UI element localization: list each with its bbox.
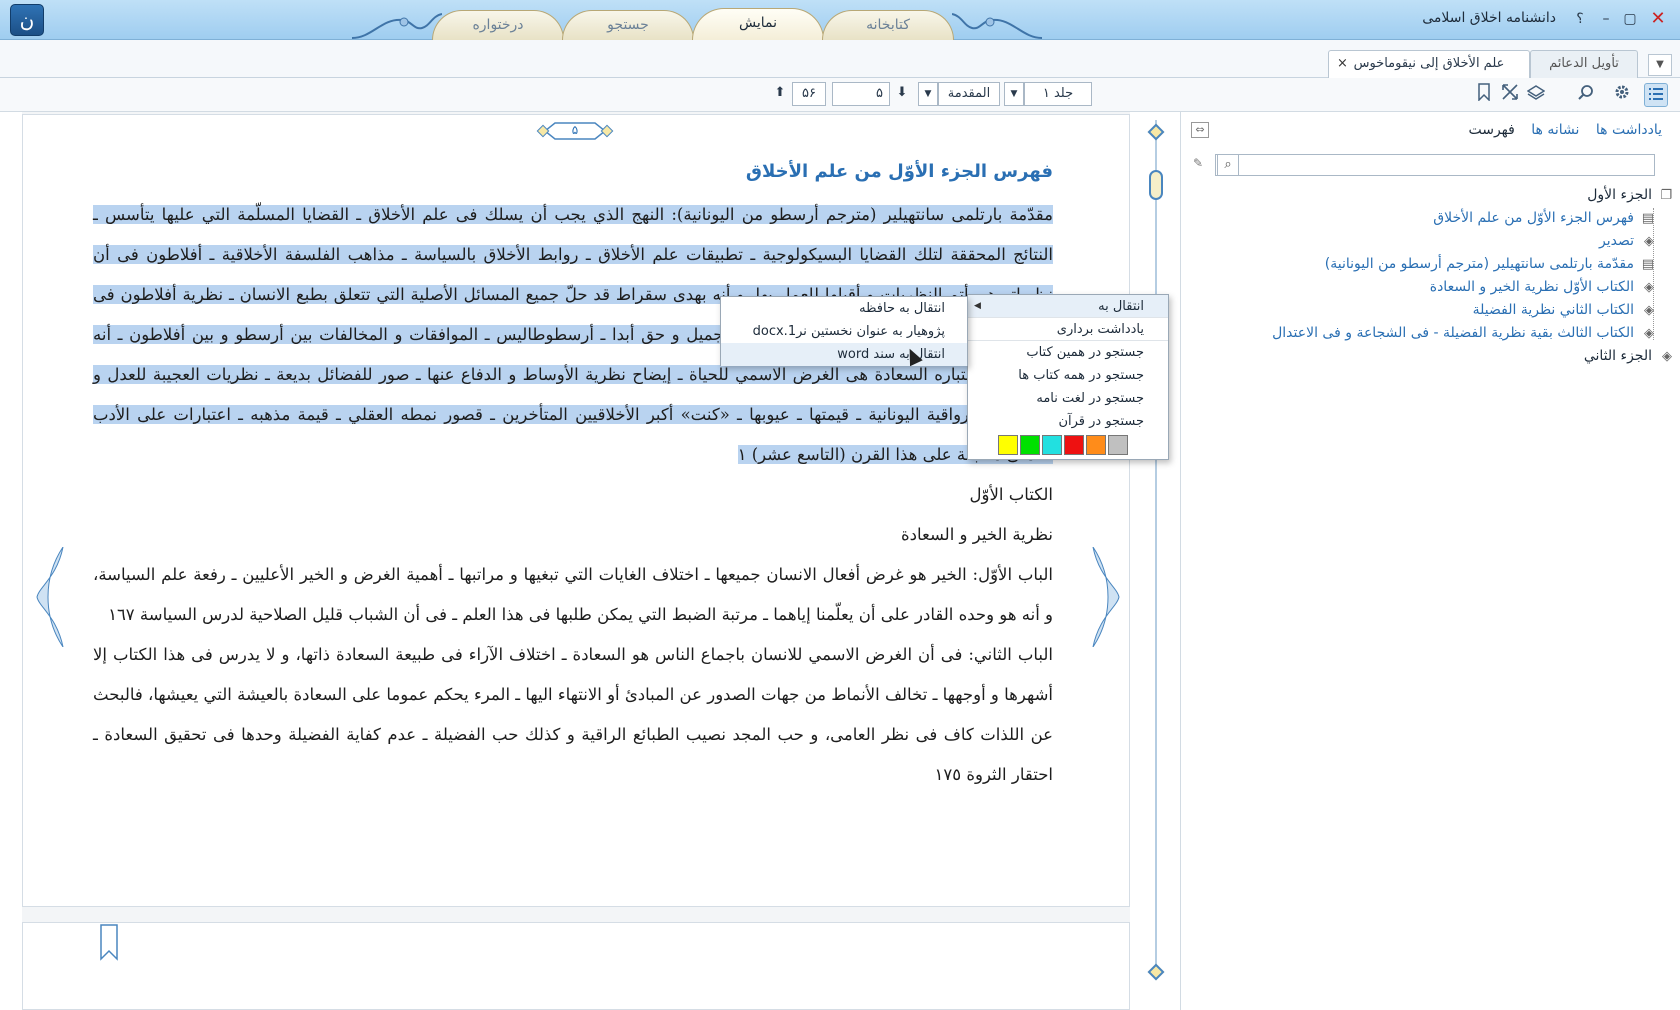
tab-tawil-al-daaim[interactable]: تأويل الدعائم <box>1530 50 1638 78</box>
menu-item-move-to[interactable]: انتقال به ◀ <box>968 295 1168 318</box>
context-submenu: انتقال به حافظه پژوهیار به عنوان نخستین … <box>720 296 968 366</box>
submenu-item-word[interactable]: انتقال به سند word <box>721 343 967 366</box>
menu-item-search-quran[interactable]: جستجو در قرآن <box>968 410 1168 433</box>
submenu-item-clipboard[interactable]: انتقال به حافظه <box>721 297 967 320</box>
swatch-green[interactable] <box>1020 435 1040 455</box>
tree-node-tasdir[interactable]: ◈تصدير <box>1192 230 1672 253</box>
menu-item-search-dictionary[interactable]: جستجو در لغت نامه <box>968 387 1168 410</box>
next-page <box>22 922 1130 1010</box>
tree-node-part1[interactable]: ❐الجزء الأول <box>1192 184 1672 207</box>
book-page: ۵ فهرس الجزء الأوّل من علم الأخلاق مقدّم… <box>22 114 1130 907</box>
search-icon[interactable] <box>1574 83 1598 107</box>
page-number: ۵ <box>571 123 579 137</box>
app-title: دانشنامه اخلاق اسلامی <box>1422 10 1556 26</box>
gear-icon[interactable] <box>1610 83 1634 107</box>
scroll-handle[interactable] <box>1149 170 1163 200</box>
maximize-button[interactable]: ▢ <box>1620 9 1640 29</box>
wrench-icon[interactable]: ✎ <box>1193 156 1203 170</box>
tab-bookmarks[interactable]: نشانه ها <box>1531 122 1579 138</box>
page-body[interactable]: مقدّمة بارتلمی سانتهيلير (مترجم أرسطو من… <box>93 195 1053 795</box>
ornament-page-left-icon <box>36 547 64 647</box>
title-bar: ن درختواره جستجو نمایش کتابخانه دانشنامه… <box>0 0 1680 40</box>
menu-item-search-all-books[interactable]: جستجو در همه کتاب ها <box>968 364 1168 387</box>
tab-ilm-al-akhlaq-label: علم الأخلاق إلى نيقوماخوس <box>1353 56 1505 71</box>
page-bookmark-icon[interactable] <box>99 923 119 963</box>
layers-icon: ◈ <box>1662 349 1672 364</box>
ornament-right-icon <box>952 13 1042 39</box>
ornament-left-icon <box>352 13 442 39</box>
tab-namayesh[interactable]: نمایش <box>692 8 824 40</box>
panel-toggle-icon[interactable]: ⇔ <box>1191 122 1209 138</box>
book-icon: ❐ <box>1660 188 1672 203</box>
tab-ilm-al-akhlaq[interactable]: علم الأخلاق إلى نيقوماخوس × <box>1328 50 1530 78</box>
tab-index[interactable]: فهرست <box>1468 122 1514 138</box>
total-pages-field: ۵۶ <box>792 82 826 106</box>
minimize-button[interactable]: – <box>1596 9 1616 29</box>
page-up-button[interactable]: ⬆ <box>772 82 788 106</box>
swatch-red[interactable] <box>1064 435 1084 455</box>
fullscreen-icon[interactable] <box>1498 83 1522 107</box>
side-panel: ⇔ یادداشت ها نشانه ها فهرست ✎ ⌕ ❐الجزء ا… <box>1180 112 1680 1010</box>
ornament-page-right-icon <box>1092 547 1120 647</box>
chapter2-paragraph[interactable]: الباب الثاني: فی أن الغرض الاسمي للانسان… <box>93 635 1053 795</box>
volume-dropdown-arrow[interactable]: ▼ <box>1004 82 1024 106</box>
swatch-cyan[interactable] <box>1042 435 1062 455</box>
tree-node-book3[interactable]: ◈الكتاب الثالث بقية نظرية الفضيلة - فی ا… <box>1192 322 1672 345</box>
tree-node-fihris[interactable]: ▤فهرس الجزء الأوّل من علم الأخلاق <box>1192 207 1672 230</box>
submenu-item-pazhuhyar[interactable]: پژوهیار به عنوان نخستین نر1.docx <box>721 320 967 343</box>
submenu-arrow-icon: ◀ <box>974 301 981 311</box>
tab-ketabkhaneh[interactable]: کتابخانه <box>822 10 954 40</box>
page-down-button[interactable]: ⬇ <box>894 82 910 106</box>
page-heading: فهرس الجزء الأوّل من علم الأخلاق <box>745 161 1053 182</box>
help-button[interactable]: ؟ <box>1570 9 1590 29</box>
book-tabs-bar: علم الأخلاق إلى نيقوماخوس × تأويل الدعائ… <box>0 40 1680 78</box>
layers-icon[interactable] <box>1524 83 1548 107</box>
main-tabs: درختواره جستجو نمایش کتابخانه <box>352 0 1102 40</box>
highlight-color-swatches <box>998 435 1138 455</box>
bookmark-icon[interactable] <box>1472 83 1496 107</box>
tab-close-icon[interactable]: × <box>1337 51 1348 77</box>
close-button[interactable]: ✕ <box>1648 9 1668 29</box>
list-view-icon[interactable] <box>1644 83 1668 107</box>
reader-area: ۵ فهرس الجزء الأوّل من علم الأخلاق مقدّم… <box>22 112 1130 1010</box>
scroll-rail[interactable] <box>1155 120 1157 970</box>
swatch-gray[interactable] <box>1108 435 1128 455</box>
side-panel-tabs: یادداشت ها نشانه ها فهرست <box>1456 122 1662 138</box>
layers-icon: ◈ <box>1644 234 1654 249</box>
page-number-input[interactable]: ۵ <box>832 82 890 106</box>
layers-icon: ◈ <box>1644 303 1654 318</box>
scroll-bottom-marker-icon[interactable] <box>1147 963 1165 981</box>
tree-node-part2[interactable]: ◈الجزء الثاني <box>1192 345 1672 368</box>
context-menu: انتقال به ◀ یادداشت برداری جستجو در همین… <box>967 294 1169 460</box>
swatch-orange[interactable] <box>1086 435 1106 455</box>
index-tree: ❐الجزء الأول ▤فهرس الجزء الأوّل من علم ا… <box>1192 184 1672 368</box>
tree-node-book1[interactable]: ◈الكتاب الأوّل نظرية الخير و السعادة <box>1192 276 1672 299</box>
index-search-input[interactable] <box>1215 154 1655 176</box>
tab-derakhtvareh[interactable]: درختواره <box>432 10 564 40</box>
chapter1-paragraph[interactable]: الباب الأوّل: الخير هو غرض أفعال الانسان… <box>93 555 1053 635</box>
swatch-yellow[interactable] <box>998 435 1018 455</box>
index-search-icon[interactable]: ⌕ <box>1217 154 1239 176</box>
layers-icon: ◈ <box>1644 280 1654 295</box>
app-logo-icon: ن <box>10 4 44 36</box>
scroll-top-marker-icon[interactable] <box>1147 123 1165 141</box>
menu-item-search-this-book[interactable]: جستجو در همین کتاب <box>968 341 1168 364</box>
tab-jostojoo[interactable]: جستجو <box>562 10 694 40</box>
layers-icon: ◈ <box>1644 326 1654 341</box>
tree-node-muqaddima[interactable]: ▤مقدّمة بارتلمی سانتهيلير (مترجم أرسطو م… <box>1192 253 1672 276</box>
section-dropdown-arrow[interactable]: ▼ <box>918 82 938 106</box>
book1-title: الكتاب الأوّل <box>969 485 1053 504</box>
toolbar: ⬆ ۵۶ ۵ ⬇ ▼ المقدمة ▼ جلد ١ <box>0 78 1680 112</box>
volume-select[interactable]: جلد ١ <box>1024 82 1092 106</box>
section-select[interactable]: المقدمة <box>938 82 1000 106</box>
tree-node-book2[interactable]: ◈الكتاب الثاني نظرية الفضيلة <box>1192 299 1672 322</box>
page-icon: ▤ <box>1641 257 1654 272</box>
tab-notes[interactable]: یادداشت ها <box>1596 122 1662 138</box>
book1-subtitle: نظرية الخير و السعادة <box>900 525 1053 544</box>
tabs-dropdown-button[interactable]: ▼ <box>1648 54 1672 76</box>
page-icon: ▤ <box>1641 211 1654 226</box>
menu-item-take-note[interactable]: یادداشت برداری <box>968 318 1168 341</box>
page-number-frame: ۵ <box>535 119 615 143</box>
app-window: ن درختواره جستجو نمایش کتابخانه دانشنامه… <box>0 0 1680 1010</box>
